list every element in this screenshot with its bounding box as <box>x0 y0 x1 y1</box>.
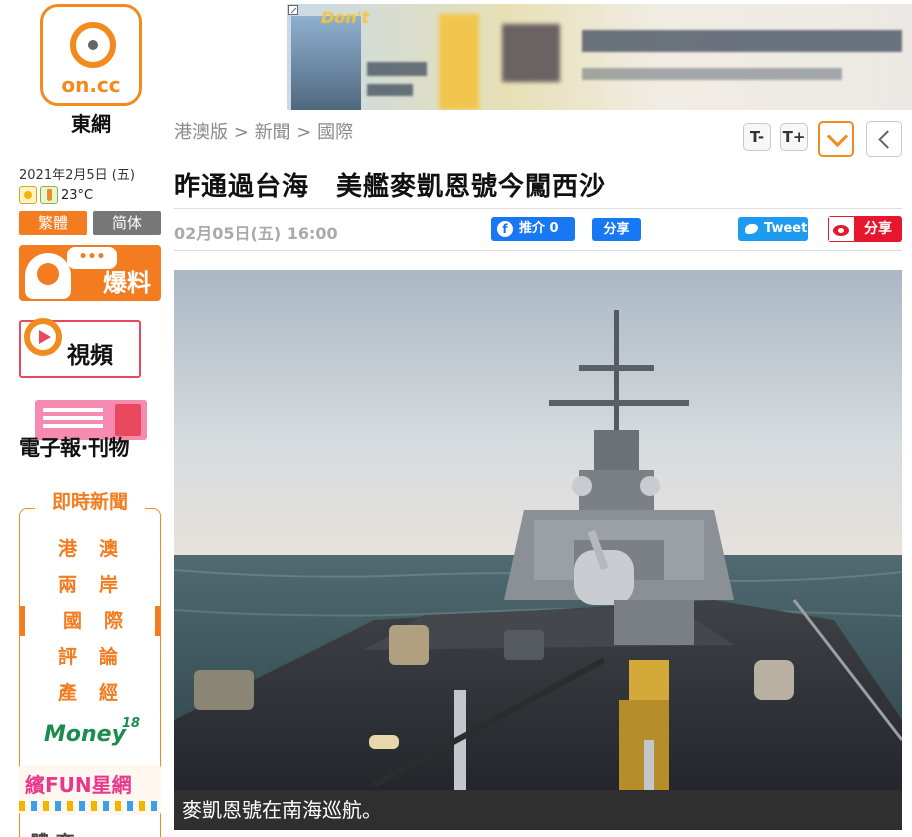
destroyer-ship-image <box>174 270 902 790</box>
banner-text: Don't <box>321 8 370 27</box>
breadcrumb-separator: > <box>296 122 312 143</box>
news-tip-banner[interactable]: ••• 爆料 <box>19 245 161 301</box>
news-menu-item-sports[interactable]: 體 育 <box>30 828 75 837</box>
chevron-down-icon[interactable] <box>818 121 854 157</box>
ad-choices-icon[interactable] <box>288 5 298 15</box>
reporter-icon <box>25 253 71 299</box>
facebook-like-label: 推介 0 <box>519 221 559 236</box>
news-tip-label: 爆料 <box>103 269 151 297</box>
tweet-button[interactable]: Tweet <box>738 217 808 241</box>
temperature: 23°C <box>61 187 94 203</box>
back-arrow-icon[interactable] <box>866 121 902 157</box>
qr-code-icon <box>502 24 560 82</box>
breadcrumb-separator: > <box>233 122 249 143</box>
news-menu-item-international[interactable]: 國際 <box>20 606 160 636</box>
article-headline: 昨通過台海 美艦麥凱恩號今闖西沙 <box>174 172 607 202</box>
video-banner[interactable]: 視頻 <box>19 318 141 378</box>
facebook-icon: f <box>497 221 513 237</box>
twitter-icon <box>745 224 758 234</box>
city-image <box>291 16 361 110</box>
breadcrumb-edition[interactable]: 港澳版 <box>174 122 228 143</box>
weibo-share-label: 分享 <box>854 216 902 242</box>
photo-caption: 麥凱恩號在南海巡航。 <box>174 790 902 830</box>
current-date: 2021年2月5日 (五) <box>19 168 135 183</box>
thermometer-icon <box>40 186 58 204</box>
article-photo[interactable] <box>174 270 902 790</box>
facebook-share-button[interactable]: 分享 <box>592 218 641 241</box>
play-icon <box>24 318 62 356</box>
oncc-logo[interactable]: on.cc <box>40 4 142 106</box>
epaper-label: 電子報·刊物 <box>19 436 129 460</box>
money18-text: Money <box>44 722 126 747</box>
tweet-label: Tweet <box>764 221 808 236</box>
instant-news-title: 即時新聞 <box>35 492 145 512</box>
advertisement-banner[interactable]: Don't <box>287 4 912 110</box>
logo-mark-icon <box>70 22 116 68</box>
money18-number: 18 <box>121 716 141 731</box>
simplified-chinese-button[interactable]: 简体 <box>93 211 161 235</box>
site-name: 東網 <box>71 112 111 136</box>
breadcrumb-international[interactable]: 國際 <box>317 122 353 143</box>
video-label: 視頻 <box>67 343 113 369</box>
money18-logo[interactable]: Money18 <box>44 716 144 747</box>
divider <box>174 250 902 251</box>
fireworks-icon <box>19 801 161 811</box>
fun-star-label: 繽FUN星網 <box>25 773 132 797</box>
weibo-share-button[interactable]: 分享 <box>828 216 902 242</box>
font-smaller-button[interactable]: T- <box>743 123 771 151</box>
news-menu-item-cross-strait[interactable]: 兩岸 <box>20 570 160 600</box>
publish-date: 02月05日(五) 16:00 <box>174 224 338 243</box>
logo-text: on.cc <box>61 73 121 97</box>
weather-widget[interactable]: 23°C <box>19 185 93 205</box>
weibo-icon <box>828 216 854 242</box>
traditional-chinese-button[interactable]: 繁體 <box>19 211 87 235</box>
breadcrumb: 港澳版 > 新聞 > 國際 <box>174 118 353 144</box>
divider <box>174 208 902 209</box>
breadcrumb-news[interactable]: 新聞 <box>255 122 291 143</box>
news-menu-item-commentary[interactable]: 評論 <box>20 642 160 672</box>
news-menu-item-finance[interactable]: 產經 <box>20 678 160 708</box>
font-larger-button[interactable]: T+ <box>780 123 808 151</box>
facebook-like-button[interactable]: f 推介 0 <box>491 217 575 241</box>
sunny-icon <box>19 186 37 204</box>
epaper-banner[interactable]: 電子報·刊物 <box>19 398 161 478</box>
news-menu-item-hongkong-macau[interactable]: 港澳 <box>20 534 160 564</box>
fun-star-logo[interactable]: 繽FUN星網 <box>19 765 161 815</box>
